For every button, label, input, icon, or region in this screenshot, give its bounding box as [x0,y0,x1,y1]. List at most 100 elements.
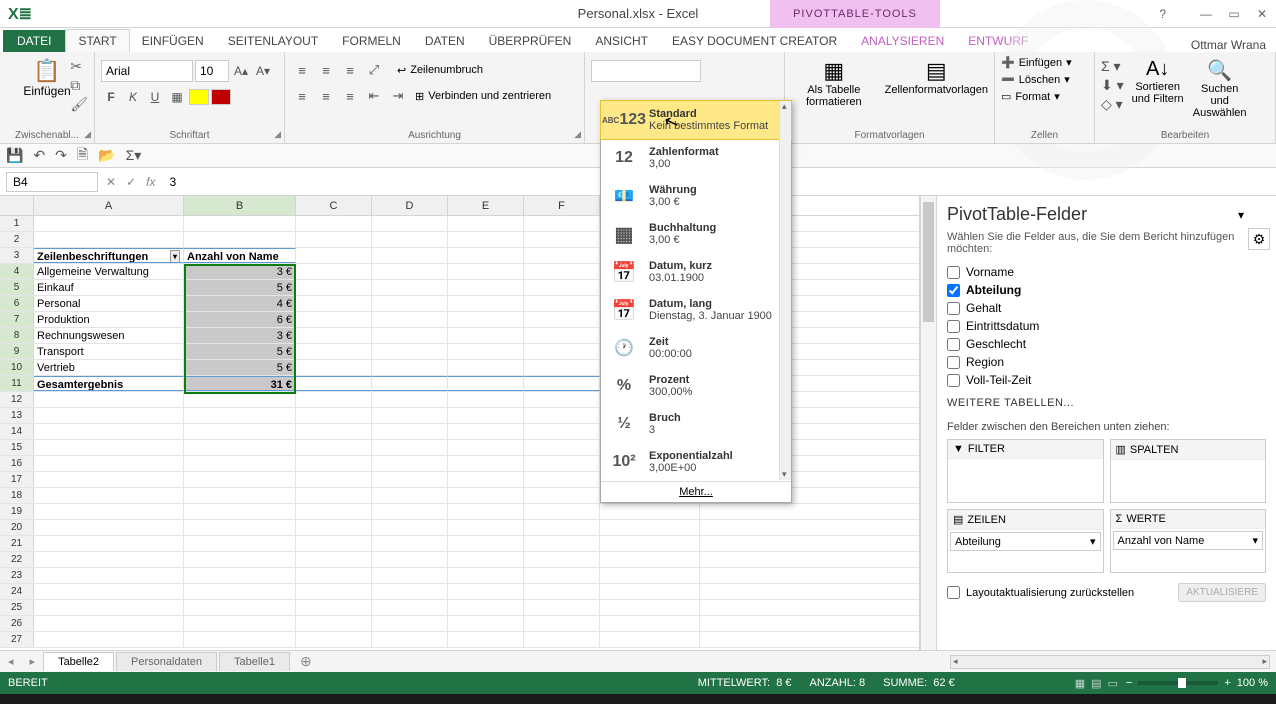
field-checkbox[interactable] [947,284,960,297]
signed-in-user[interactable]: Ottmar Wrana [1191,38,1266,52]
tab-datei[interactable]: DATEI [3,30,65,52]
row-header-6[interactable]: 6 [0,296,34,311]
cell[interactable] [296,216,372,231]
field-checkbox[interactable] [947,266,960,279]
cell[interactable] [600,568,700,583]
cell[interactable] [448,344,524,359]
tab-start[interactable]: START [65,29,129,52]
row-header-4[interactable]: 4 [0,264,34,279]
row-header-17[interactable]: 17 [0,472,34,487]
align-top-icon[interactable]: ≡ [291,60,313,80]
cell[interactable] [524,536,600,551]
row-header-1[interactable]: 1 [0,216,34,231]
cell[interactable] [600,536,700,551]
cell[interactable] [524,408,600,423]
cell[interactable] [448,264,524,279]
cell[interactable] [372,312,448,327]
field-checkbox[interactable] [947,302,960,315]
cell[interactable] [184,632,296,647]
cell[interactable] [448,216,524,231]
cell[interactable] [600,632,700,647]
cell[interactable] [600,584,700,599]
cell[interactable] [524,344,600,359]
cell[interactable] [34,632,184,647]
cell-styles-button[interactable]: ▤ Zellenformatvorlagen [885,58,988,108]
row-header-21[interactable]: 21 [0,536,34,551]
cell[interactable]: Vertrieb [34,360,184,375]
cell[interactable] [448,232,524,247]
cell[interactable] [296,280,372,295]
cell[interactable] [524,568,600,583]
cell[interactable] [372,328,448,343]
cell[interactable] [372,568,448,583]
numfmt-prozent[interactable]: % Prozent300,00% [601,367,791,405]
increase-font-icon[interactable]: A▴ [231,60,251,82]
cell[interactable] [34,488,184,503]
cell[interactable] [296,520,372,535]
find-select-button[interactable]: 🔍 Suchen und Auswählen [1192,58,1248,119]
cell[interactable] [296,600,372,615]
cell[interactable] [600,504,700,519]
cell[interactable]: 5 € [184,344,296,359]
columns-drop-area[interactable]: ▥SPALTEN [1110,439,1267,503]
cell[interactable] [372,584,448,599]
cell[interactable] [296,456,372,471]
cell[interactable] [600,552,700,567]
cell[interactable]: Rechnungswesen [34,328,184,343]
cell[interactable] [34,616,184,631]
cell[interactable] [372,360,448,375]
cell[interactable] [372,536,448,551]
cell[interactable] [448,376,524,391]
col-header-a[interactable]: A [34,196,184,215]
tab-daten[interactable]: DATEN [413,30,477,52]
row-header-11[interactable]: 11 [0,376,34,391]
row-header-12[interactable]: 12 [0,392,34,407]
cell[interactable] [448,568,524,583]
sort-filter-button[interactable]: A↓ Sortieren und Filtern [1130,58,1186,105]
cell[interactable] [184,600,296,615]
field-checkbox[interactable] [947,338,960,351]
cell[interactable] [372,232,448,247]
pivot-filter-button[interactable]: ▾ [170,250,180,263]
fill-color-button[interactable] [189,89,209,105]
cell[interactable] [448,488,524,503]
cell[interactable] [296,616,372,631]
qat-autosum-icon[interactable]: Σ▾ [126,147,142,164]
cell[interactable] [372,264,448,279]
cell[interactable] [184,504,296,519]
cell[interactable]: 5 € [184,280,296,295]
cell[interactable] [296,248,372,263]
insert-cells-button[interactable]: ➕Einfügen▾ [1001,56,1088,69]
field-item-vollteilzeit[interactable]: Voll-Teil-Zeit [947,371,1266,389]
cell[interactable] [34,552,184,567]
col-header-b[interactable]: B [184,196,296,215]
tab-ueberpruefen[interactable]: ÜBERPRÜFEN [477,30,584,52]
values-item-anzahl[interactable]: Anzahl von Name▾ [1113,531,1264,550]
field-item-region[interactable]: Region [947,353,1266,371]
defer-layout-checkbox[interactable] [947,586,960,599]
border-button[interactable]: ▦ [167,86,187,108]
more-tables-link[interactable]: WEITERE TABELLEN... [947,397,1266,409]
numfmt-zahl[interactable]: 12 Zahlenformat3,00 [601,139,791,177]
col-header-e[interactable]: E [448,196,524,215]
cell[interactable] [34,424,184,439]
decrease-font-icon[interactable]: A▾ [253,60,273,82]
cell[interactable] [296,472,372,487]
font-color-button[interactable] [211,89,231,105]
cell[interactable] [372,440,448,455]
format-painter-icon[interactable]: 🖌 [70,96,88,113]
cell[interactable]: 3 € [184,328,296,343]
row-header-27[interactable]: 27 [0,632,34,647]
cell[interactable] [524,504,600,519]
cell[interactable] [372,552,448,567]
cell[interactable] [296,232,372,247]
name-box[interactable] [6,172,98,192]
cell[interactable]: Einkauf [34,280,184,295]
cell[interactable] [524,392,600,407]
view-normal-icon[interactable]: ▦ [1075,677,1085,690]
cell[interactable] [184,456,296,471]
cell[interactable] [524,296,600,311]
cell[interactable] [524,552,600,567]
filter-drop-area[interactable]: ▼FILTER [947,439,1104,503]
cell[interactable] [184,552,296,567]
